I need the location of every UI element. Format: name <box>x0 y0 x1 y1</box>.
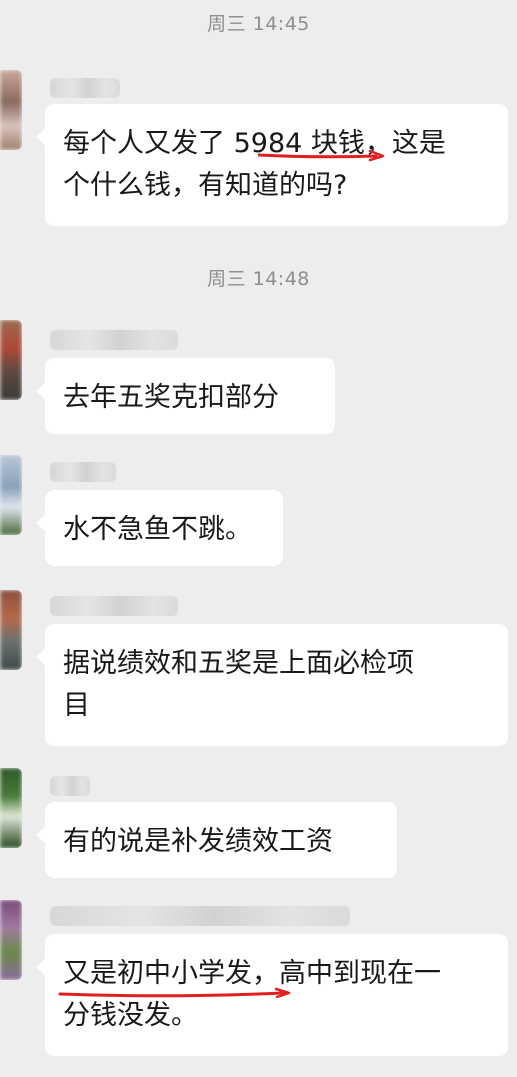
message-text-line: 去年五奖克扣部分 <box>63 382 279 413</box>
message-text-line: 个什么钱，有知道的吗? <box>63 170 348 201</box>
message-text-line: 又是初中小学发，高中到现在一 <box>63 958 441 989</box>
message-text-line: 据说绩效和五奖是上面必检项 <box>63 648 414 679</box>
avatar[interactable] <box>0 590 22 670</box>
sender-name-blurred <box>50 596 178 616</box>
sender-name-blurred <box>50 462 116 482</box>
avatar[interactable] <box>0 70 22 150</box>
chat-timestamp: 周三 14:45 <box>207 13 310 35</box>
message-text-line: 分钱没发。 <box>63 1000 198 1031</box>
avatar[interactable] <box>0 900 22 980</box>
message-text-line: 目 <box>63 690 90 721</box>
message-text-line: 有的说是补发绩效工资 <box>63 826 333 857</box>
avatar[interactable] <box>0 455 22 535</box>
message-bubble[interactable]: 去年五奖克扣部分 <box>36 358 335 434</box>
message-bubble[interactable]: 据说绩效和五奖是上面必检项 目 <box>36 624 508 746</box>
message-bubble[interactable]: 水不急鱼不跳。 <box>36 490 283 566</box>
sender-name-blurred <box>50 78 120 98</box>
message-bubble[interactable]: 又是初中小学发，高中到现在一 分钱没发。 <box>36 934 508 1056</box>
sender-name-blurred <box>50 330 178 350</box>
message-bubble[interactable]: 有的说是补发绩效工资 <box>36 802 397 878</box>
avatar[interactable] <box>0 768 22 848</box>
chat-timestamp: 周三 14:48 <box>207 268 310 290</box>
sender-name-blurred <box>50 776 90 796</box>
sender-name-blurred <box>50 906 350 926</box>
message-text-line: 每个人又发了 5984 块钱，这是 <box>63 128 446 159</box>
avatar[interactable] <box>0 320 22 400</box>
message-text-line: 水不急鱼不跳。 <box>63 514 252 545</box>
message-bubble[interactable]: 每个人又发了 5984 块钱，这是 个什么钱，有知道的吗? <box>36 104 508 226</box>
